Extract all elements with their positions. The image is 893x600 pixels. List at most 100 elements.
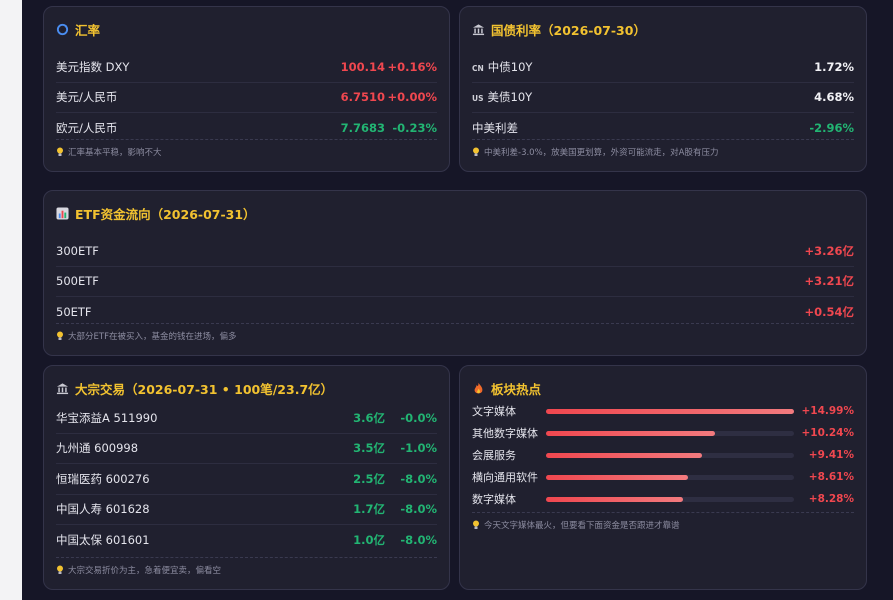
fx-card: 汇率 美元指数 DXY 100.14 +0.16% 美元/人民币 6.7510 … <box>43 6 450 172</box>
etf-name: 300ETF <box>56 243 99 258</box>
block-row: 华宝添益A 511990 3.6亿 -0.0% <box>56 403 437 434</box>
etf-flow: +0.54亿 <box>804 304 854 319</box>
etf-card-title: ETF资金流向（2026-07-31） <box>56 203 256 223</box>
fx-title-text: 汇率 <box>75 22 101 38</box>
block-amount: 3.5亿 <box>353 441 385 456</box>
sector-bar <box>546 408 794 414</box>
sector-note: 今天文字媒体最火，但要看下面资金是否跟进才靠谱 <box>472 512 854 531</box>
fx-change: +0.00% <box>387 90 437 105</box>
block-row: 九州通 600998 3.5亿 -1.0% <box>56 434 437 464</box>
lightbulb-icon <box>57 331 63 340</box>
etf-note: 大部分ETF在被买入，基金的钱在进场，偏多 <box>56 323 854 342</box>
fx-row: 美元/人民币 6.7510 +0.00% <box>56 83 437 113</box>
fx-name: 美元指数 DXY <box>56 59 130 74</box>
bond-row: US 美债10Y 4.68% <box>472 83 854 113</box>
sector-pct: +14.99% <box>801 405 854 417</box>
etf-name: 50ETF <box>56 304 92 319</box>
fx-value: 6.7510 <box>340 90 385 105</box>
block-discount: -8.0% <box>400 471 437 486</box>
block-amount: 2.5亿 <box>353 471 385 486</box>
block-name: 华宝添益A 511990 <box>56 410 158 425</box>
sector-card-title: 板块热点 <box>472 378 541 398</box>
block-title-text: 大宗交易（2026-07-31 • 100笔/23.7亿） <box>75 381 334 397</box>
bond-name: 美债10Y <box>487 90 533 105</box>
sector-bar-fill <box>546 452 702 458</box>
flag-us-icon: US <box>472 94 484 104</box>
dashboard-page: 汇率 美元指数 DXY 100.14 +0.16% 美元/人民币 6.7510 … <box>22 0 893 600</box>
sector-bar-fill <box>546 474 689 480</box>
sector-name: 横向通用软件 <box>472 471 538 484</box>
sector-pct: +8.28% <box>808 493 854 505</box>
block-name: 中国太保 601601 <box>56 532 150 547</box>
sector-pct: +8.61% <box>808 471 854 483</box>
bond-value: -2.96% <box>809 120 854 135</box>
bonds-note-text: 中美利差-3.0%，放美国更划算，外资可能流走，对A股有压力 <box>484 148 719 158</box>
sector-row: 其他数字媒体 +10.24% <box>472 422 854 444</box>
block-name: 恒瑞医药 600276 <box>56 471 150 486</box>
sector-row: 会展服务 +9.41% <box>472 444 854 466</box>
block-row: 中国人寿 601628 1.7亿 -8.0% <box>56 495 437 525</box>
sector-row: 文字媒体 +14.99% <box>472 400 854 422</box>
bond-row: CN 中债10Y 1.72% <box>472 52 854 83</box>
bank-icon <box>472 23 485 35</box>
block-row: 中国太保 601601 1.0亿 -8.0% <box>56 525 437 555</box>
bonds-card: 国债利率（2026-07-30） CN 中债10Y 1.72% US 美债10Y 4… <box>459 6 867 172</box>
refresh-icon <box>56 23 69 35</box>
etf-rows: 300ETF +3.26亿 500ETF +3.21亿 50ETF +0.54亿 <box>56 236 854 327</box>
sector-bar <box>546 430 794 436</box>
lightbulb-icon <box>473 520 479 529</box>
block-discount: -1.0% <box>400 441 437 456</box>
sector-bar-fill <box>546 496 683 502</box>
bond-value: 1.72% <box>814 59 854 74</box>
etf-card: ETF资金流向（2026-07-31） 300ETF +3.26亿 500ETF… <box>43 190 867 356</box>
block-note: 大宗交易折价为主，急着便宜卖，偏看空 <box>56 557 437 576</box>
fx-note: 汇率基本平稳，影响不大 <box>56 139 437 158</box>
bank-icon <box>56 382 69 394</box>
sector-bar-fill <box>546 430 716 436</box>
etf-title-text: ETF资金流向（2026-07-31） <box>75 206 256 222</box>
lightbulb-icon <box>473 147 479 156</box>
etf-note-text: 大部分ETF在被买入，基金的钱在进场，偏多 <box>68 332 237 342</box>
bonds-rows: CN 中债10Y 1.72% US 美债10Y 4.68% 中美利差 -2.96% <box>472 52 854 143</box>
sector-bar-fill <box>546 408 794 414</box>
block-amount: 3.6亿 <box>353 410 385 425</box>
fx-value: 100.14 <box>340 59 385 74</box>
etf-flow: +3.26亿 <box>804 243 854 258</box>
block-trade-card: 大宗交易（2026-07-31 • 100笔/23.7亿） 华宝添益A 5119… <box>43 365 450 590</box>
fx-rows: 美元指数 DXY 100.14 +0.16% 美元/人民币 6.7510 +0.… <box>56 52 437 143</box>
bonds-note: 中美利差-3.0%，放美国更划算，外资可能流走，对A股有压力 <box>472 139 854 158</box>
block-note-text: 大宗交易折价为主，急着便宜卖，偏看空 <box>68 566 222 576</box>
sector-pct: +9.41% <box>808 449 854 461</box>
lightbulb-icon <box>57 147 63 156</box>
sector-hot-card: 板块热点 文字媒体 +14.99% 其他数字媒体 +10.24% 会展服务 +9… <box>459 365 867 590</box>
fx-name: 欧元/人民币 <box>56 120 118 135</box>
block-card-title: 大宗交易（2026-07-31 • 100笔/23.7亿） <box>56 378 333 398</box>
block-discount: -0.0% <box>400 410 437 425</box>
sector-name: 会展服务 <box>472 449 516 462</box>
block-row: 恒瑞医药 600276 2.5亿 -8.0% <box>56 464 437 495</box>
etf-name: 500ETF <box>56 274 99 289</box>
fx-value: 7.7683 <box>340 120 385 135</box>
fx-card-title: 汇率 <box>56 19 100 39</box>
block-discount: -8.0% <box>400 502 437 517</box>
block-rows: 华宝添益A 511990 3.6亿 -0.0% 九州通 600998 3.5亿 … <box>56 403 437 555</box>
sector-rows: 文字媒体 +14.99% 其他数字媒体 +10.24% 会展服务 +9.41% … <box>472 400 854 510</box>
flag-cn-icon: CN <box>472 63 484 73</box>
sector-name: 数字媒体 <box>472 493 516 506</box>
sector-name: 文字媒体 <box>472 405 516 418</box>
etf-row: 500ETF +3.21亿 <box>56 267 854 297</box>
fx-change: -0.23% <box>392 120 437 135</box>
bonds-card-title: 国债利率（2026-07-30） <box>472 19 646 39</box>
block-amount: 1.0亿 <box>353 532 385 547</box>
block-amount: 1.7亿 <box>353 502 385 517</box>
fire-icon <box>474 382 483 393</box>
bar-chart-icon <box>56 206 69 220</box>
bond-name: 中债10Y <box>487 59 533 74</box>
sector-pct: +10.24% <box>801 427 854 439</box>
bond-name: 中美利差 <box>472 120 518 135</box>
sector-row: 横向通用软件 +8.61% <box>472 466 854 488</box>
block-name: 九州通 600998 <box>56 441 139 456</box>
sector-bar <box>546 452 794 458</box>
fx-change: +0.16% <box>387 59 437 74</box>
block-name: 中国人寿 601628 <box>56 502 150 517</box>
